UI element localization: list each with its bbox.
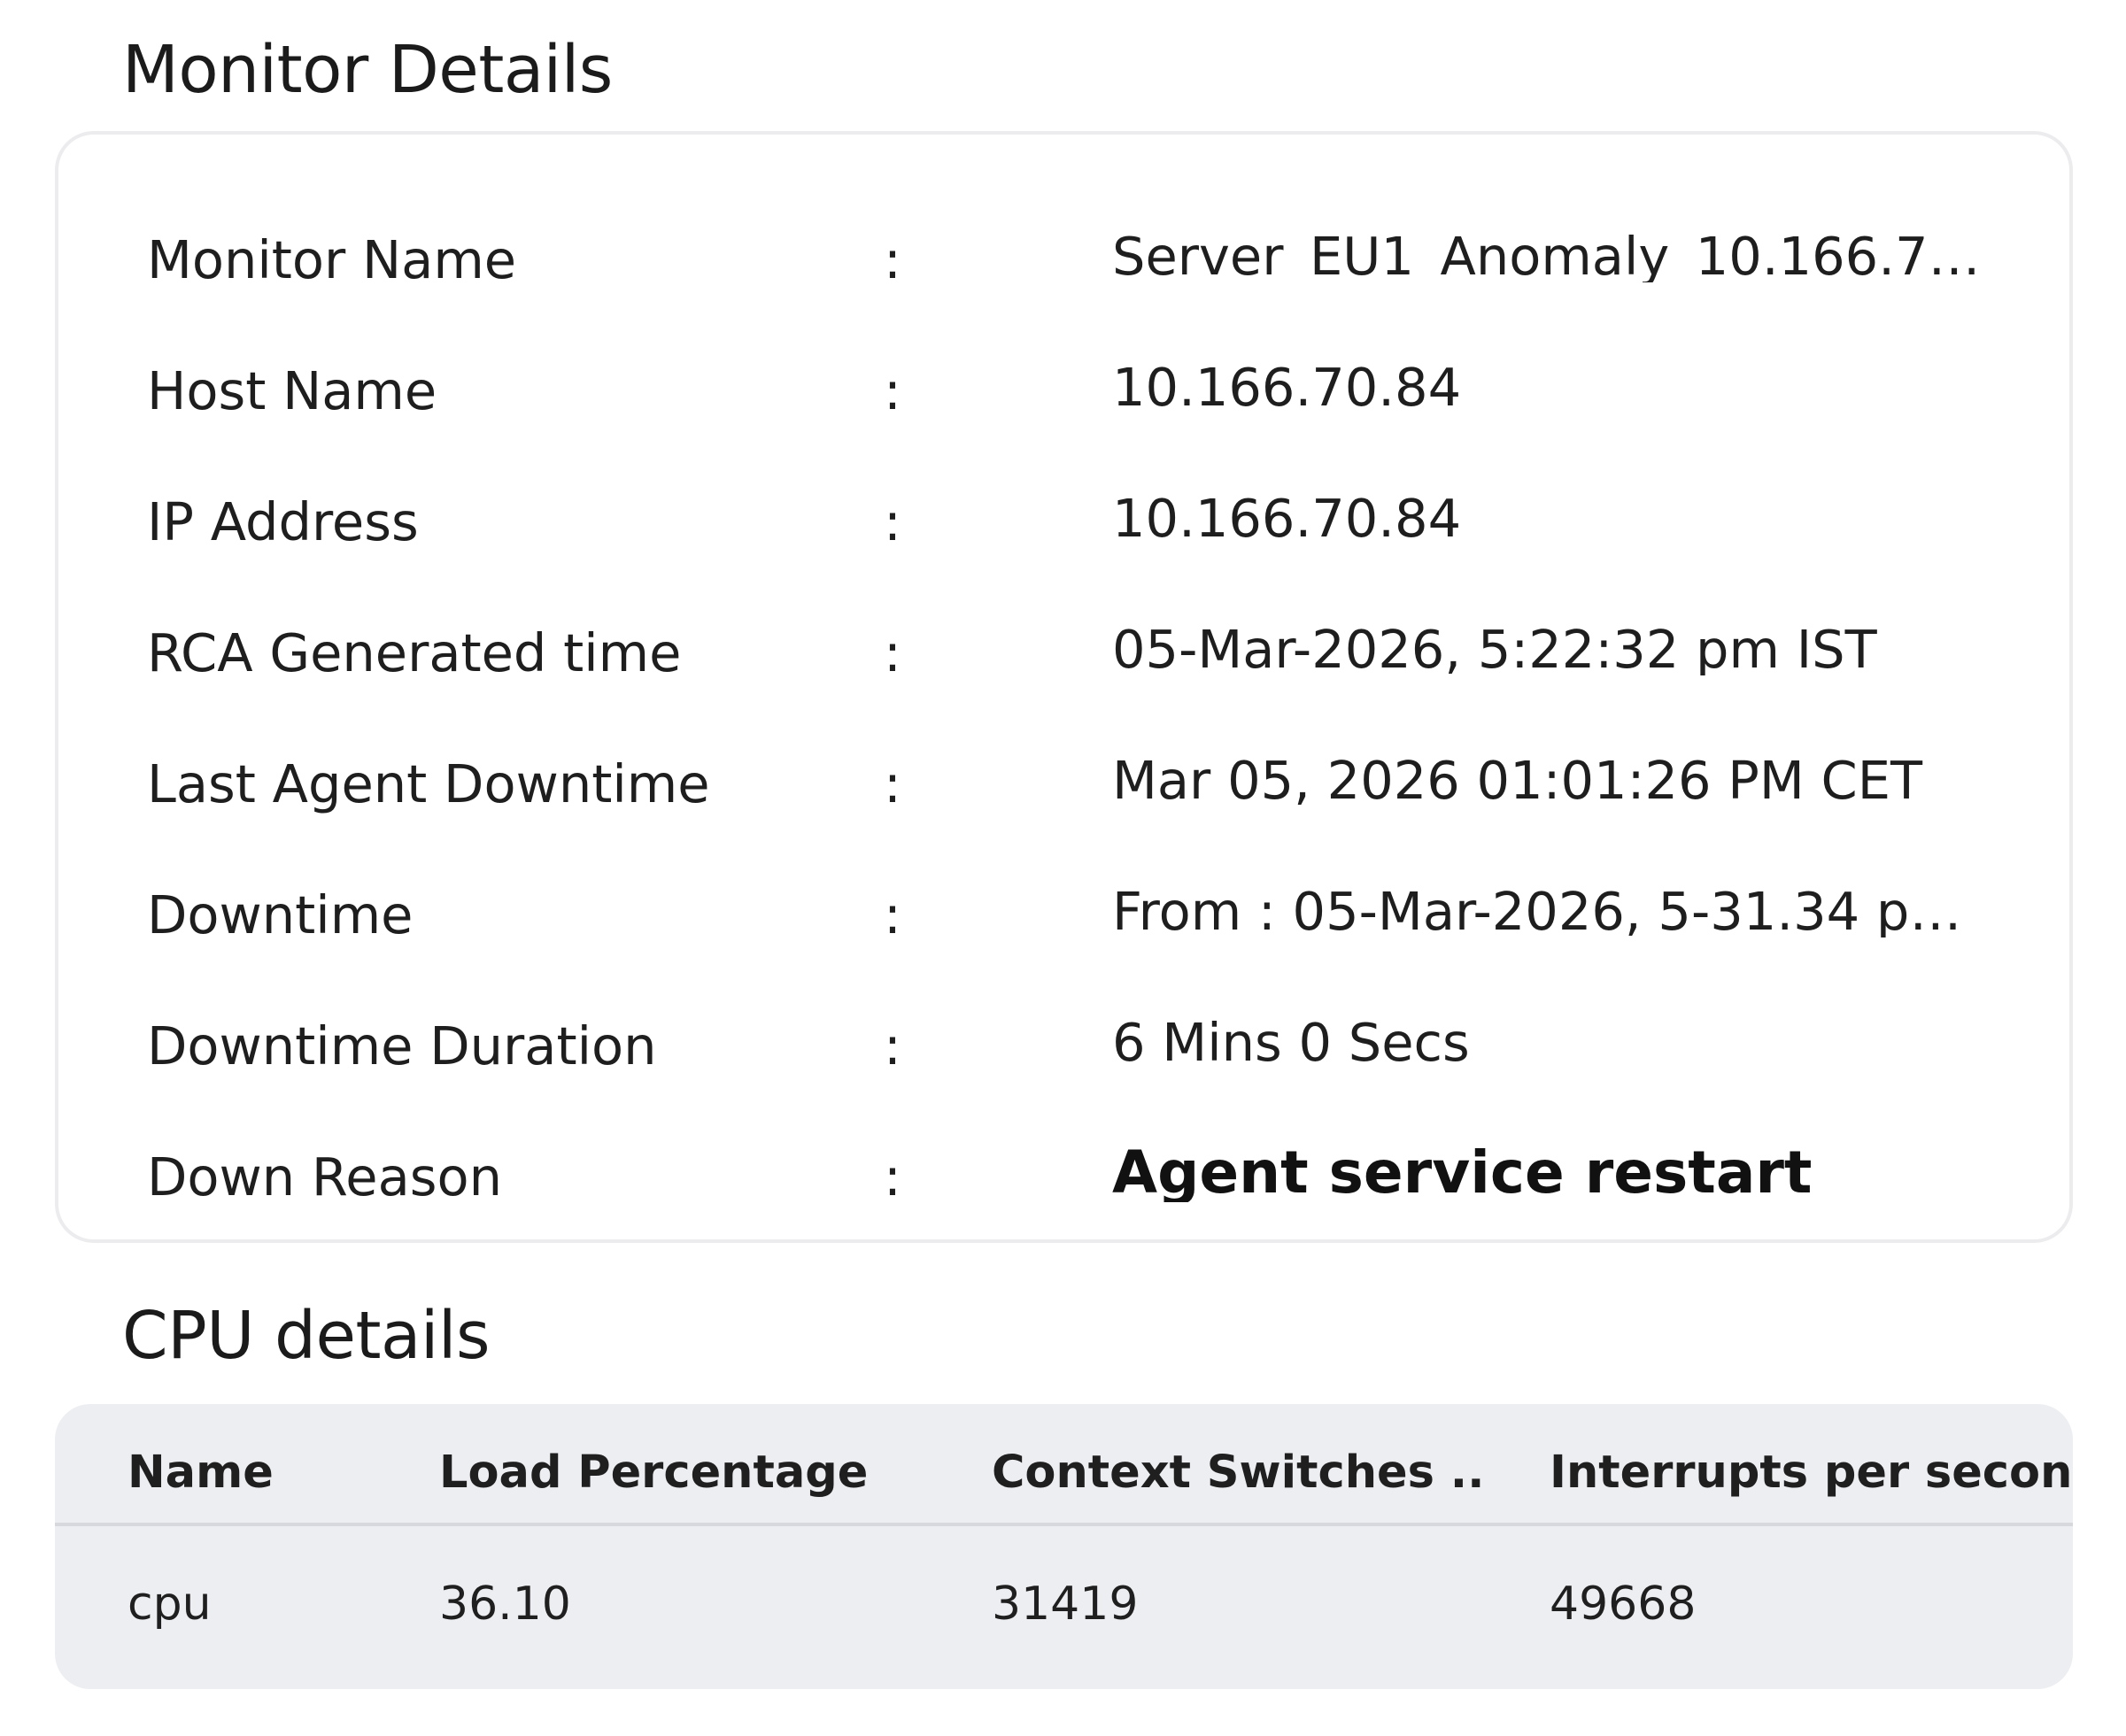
table-row: cpu 36.10 31419 49668: [55, 1526, 2073, 1689]
cell-name: cpu: [128, 1578, 212, 1631]
detail-row-ip-address: IP Address : 10.166.70.84: [58, 455, 2069, 586]
host-name-value: 10.166.70.84: [1112, 361, 1462, 413]
host-name-label: Host Name: [147, 360, 437, 421]
downtime-duration-label: Downtime Duration: [147, 1015, 657, 1076]
monitor-details-title: Monitor Details: [122, 32, 613, 108]
last-agent-downtime-value: Mar 05, 2026 01:01:26 PM CET: [1112, 754, 1923, 806]
detail-row-downtime: Downtime : From : 05-Mar-2026, 5-31.34 p…: [58, 848, 2069, 979]
rca-generated-time-value: 05-Mar-2026, 5:22:32 pm IST: [1112, 623, 1877, 675]
cpu-details-title: CPU details: [122, 1298, 491, 1374]
column-header-interrupts-per-second[interactable]: Interrupts per second: [1550, 1450, 2073, 1495]
detail-row-host-name: Host Name : 10.166.70.84: [58, 324, 2069, 455]
down-reason-value: Agent service restart: [1112, 1144, 1813, 1202]
detail-separator: :: [884, 753, 901, 814]
detail-separator: :: [884, 1015, 901, 1076]
detail-separator: :: [884, 360, 901, 421]
cell-interrupts-per-second: 49668: [1550, 1578, 1697, 1631]
downtime-duration-value: 6 Mins 0 Secs: [1112, 1016, 1470, 1069]
detail-separator: :: [884, 622, 901, 683]
cpu-details-table: Name Load Percentage Context Switches ..…: [55, 1404, 2073, 1689]
detail-row-last-agent-downtime: Last Agent Downtime : Mar 05, 2026 01:01…: [58, 717, 2069, 848]
detail-row-down-reason: Down Reason : Agent service restart: [58, 1110, 2069, 1241]
monitor-details-card: Monitor Name : Server_EU1_Anomaly_10.166…: [55, 131, 2073, 1243]
monitor-name-label: Monitor Name: [147, 229, 517, 290]
detail-row-monitor-name: Monitor Name : Server_EU1_Anomaly_10.166…: [58, 193, 2069, 324]
detail-row-downtime-duration: Downtime Duration : 6 Mins 0 Secs: [58, 979, 2069, 1110]
detail-separator: :: [884, 229, 901, 290]
downtime-value: From : 05-Mar-2026, 5-31.34 pm...: [1112, 885, 2006, 937]
column-header-context-switches[interactable]: Context Switches ..: [992, 1450, 1484, 1495]
column-header-load-percentage[interactable]: Load Percentage: [439, 1450, 868, 1495]
cell-load-percentage: 36.10: [439, 1578, 571, 1631]
cell-context-switches: 31419: [992, 1578, 1139, 1631]
detail-row-rca-generated-time: RCA Generated time : 05-Mar-2026, 5:22:3…: [58, 586, 2069, 717]
table-header: Name Load Percentage Context Switches ..…: [55, 1404, 2073, 1526]
detail-separator: :: [884, 884, 901, 945]
column-header-name[interactable]: Name: [128, 1450, 274, 1495]
ip-address-value: 10.166.70.84: [1112, 492, 1462, 544]
down-reason-label: Down Reason: [147, 1146, 502, 1207]
downtime-label: Downtime: [147, 884, 414, 945]
last-agent-downtime-label: Last Agent Downtime: [147, 753, 710, 814]
detail-separator: :: [884, 491, 901, 552]
rca-generated-time-label: RCA Generated time: [147, 622, 682, 683]
detail-separator: :: [884, 1146, 901, 1207]
ip-address-label: IP Address: [147, 491, 419, 552]
monitor-name-value: Server_EU1_Anomaly_10.166.70.84: [1112, 230, 2006, 282]
